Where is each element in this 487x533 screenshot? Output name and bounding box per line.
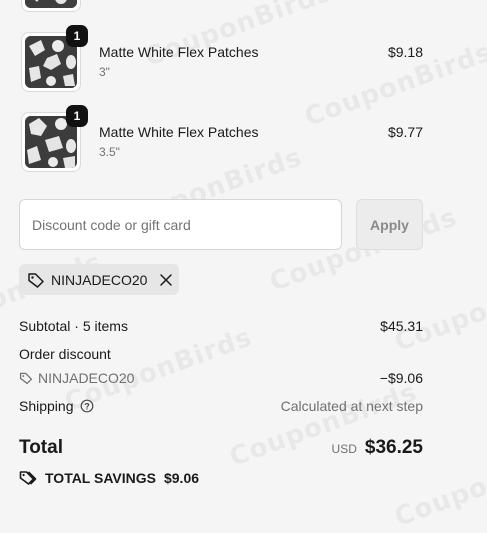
product-thumbnail: 1 (21, 25, 88, 92)
watermark: CouponBirds (390, 262, 487, 358)
order-discount-label: Order discount (19, 346, 111, 362)
subtotal-label: Subtotal · 5 items (19, 318, 128, 334)
product-variant: 3" (99, 65, 110, 79)
discount-code-input[interactable] (19, 199, 342, 250)
discount-code-label: NINJADECO20 (51, 271, 148, 288)
total-value: USD $36.25 (332, 437, 423, 459)
product-name: Matte White Flex Patches (99, 44, 259, 60)
product-price: $9.18 (387, 44, 423, 60)
discount-code-text: NINJADECO20 (38, 370, 135, 386)
subtotal-value: $45.31 (380, 318, 423, 334)
total-currency: USD (331, 442, 357, 456)
tag-icon (19, 371, 33, 385)
total-savings-row: TOTAL SAVINGS $9.06 (19, 469, 199, 487)
quantity-badge: 1 (66, 25, 88, 47)
product-thumbnail: 1 (21, 105, 88, 172)
quantity-badge: 1 (66, 105, 88, 127)
shipping-row: Shipping (19, 398, 94, 414)
product-thumbnail (21, 0, 81, 12)
applied-discount-chip: NINJADECO20 (19, 264, 179, 295)
tag-icon (27, 271, 45, 289)
product-price: $9.77 (387, 124, 423, 140)
tags-icon (19, 469, 37, 487)
savings-value: $9.06 (163, 470, 200, 486)
savings-label: TOTAL SAVINGS (45, 470, 156, 486)
help-circle-icon[interactable] (80, 399, 94, 413)
shipping-value: Calculated at next step (280, 398, 423, 414)
discount-value: −$9.06 (379, 370, 423, 386)
watermark: CouponBirds (140, 0, 337, 73)
shipping-label: Shipping (19, 398, 74, 414)
apply-button[interactable]: Apply (356, 199, 423, 250)
discount-code-row: NINJADECO20 (19, 370, 134, 386)
product-image (25, 0, 77, 8)
total-label: Total (19, 437, 63, 458)
product-name: Matte White Flex Patches (99, 124, 259, 140)
product-variant: 3.5" (99, 145, 120, 159)
total-amount: $36.25 (364, 437, 423, 458)
close-icon[interactable] (159, 273, 173, 287)
